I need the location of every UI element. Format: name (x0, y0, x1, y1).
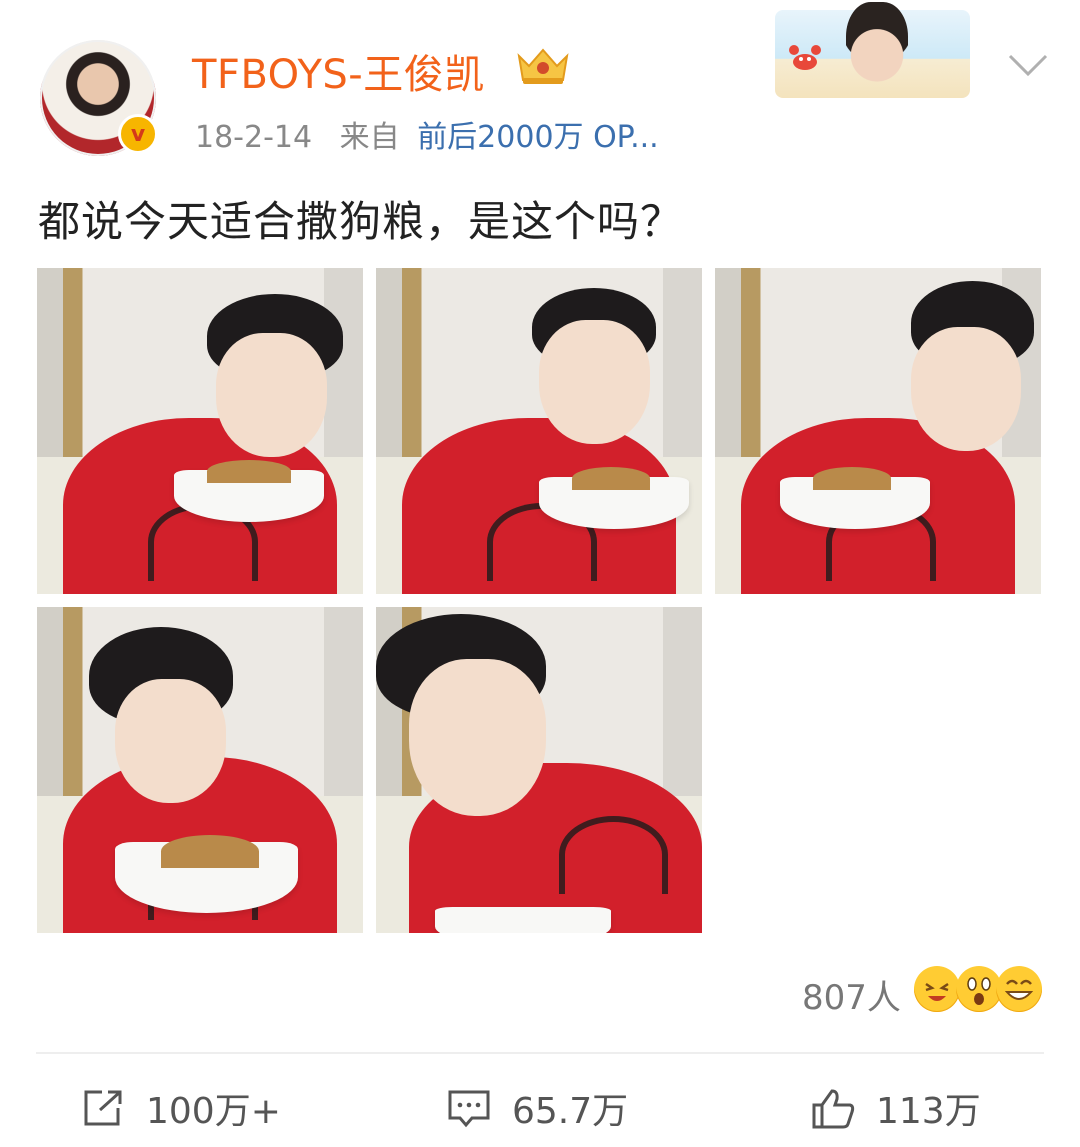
cover-portrait (846, 2, 908, 88)
source-link[interactable]: 前后2000万 OP... (417, 120, 659, 155)
user-name[interactable]: TFBOYS-王俊凯 (192, 42, 485, 100)
crown-icon (517, 48, 569, 84)
reaction-row[interactable]: 807人 (0, 960, 1080, 1020)
comment-icon (448, 1090, 490, 1128)
post-photo-4[interactable] (37, 607, 363, 933)
verified-badge-icon: v (118, 114, 158, 154)
thumbs-up-icon (812, 1089, 855, 1129)
chevron-down-icon[interactable] (1006, 50, 1050, 80)
like-button[interactable]: 113万 (810, 1080, 981, 1136)
post-text: 都说今天适合撒狗粮，是这个吗？ (38, 197, 684, 246)
repost-count: 100万+ (146, 1091, 281, 1132)
comment-button[interactable]: 65.7万 (446, 1080, 628, 1136)
like-count: 113万 (876, 1091, 981, 1132)
post-photo-2[interactable] (376, 268, 702, 594)
post-photo-5[interactable] (376, 607, 702, 933)
post-photo-1[interactable] (37, 268, 363, 594)
from-label: 来自 (339, 120, 400, 155)
comment-count: 65.7万 (512, 1091, 629, 1132)
post-header: v TFBOYS-王俊凯 18-2-14 来自 前后2000万 OP... (0, 0, 1080, 170)
post-date: 18-2-14 (195, 120, 313, 155)
reaction-count[interactable]: 807人 (802, 970, 901, 1019)
post-meta: 18-2-14 来自 前后2000万 OP... (195, 112, 659, 156)
laugh-cry-emoji-icon (914, 966, 960, 1012)
divider (36, 1052, 1044, 1054)
grin-emoji-icon (996, 966, 1042, 1012)
repost-button[interactable]: 100万+ (80, 1080, 281, 1136)
post-photo-3[interactable] (715, 268, 1041, 594)
crab-icon (789, 45, 821, 70)
repost-icon (84, 1090, 122, 1126)
